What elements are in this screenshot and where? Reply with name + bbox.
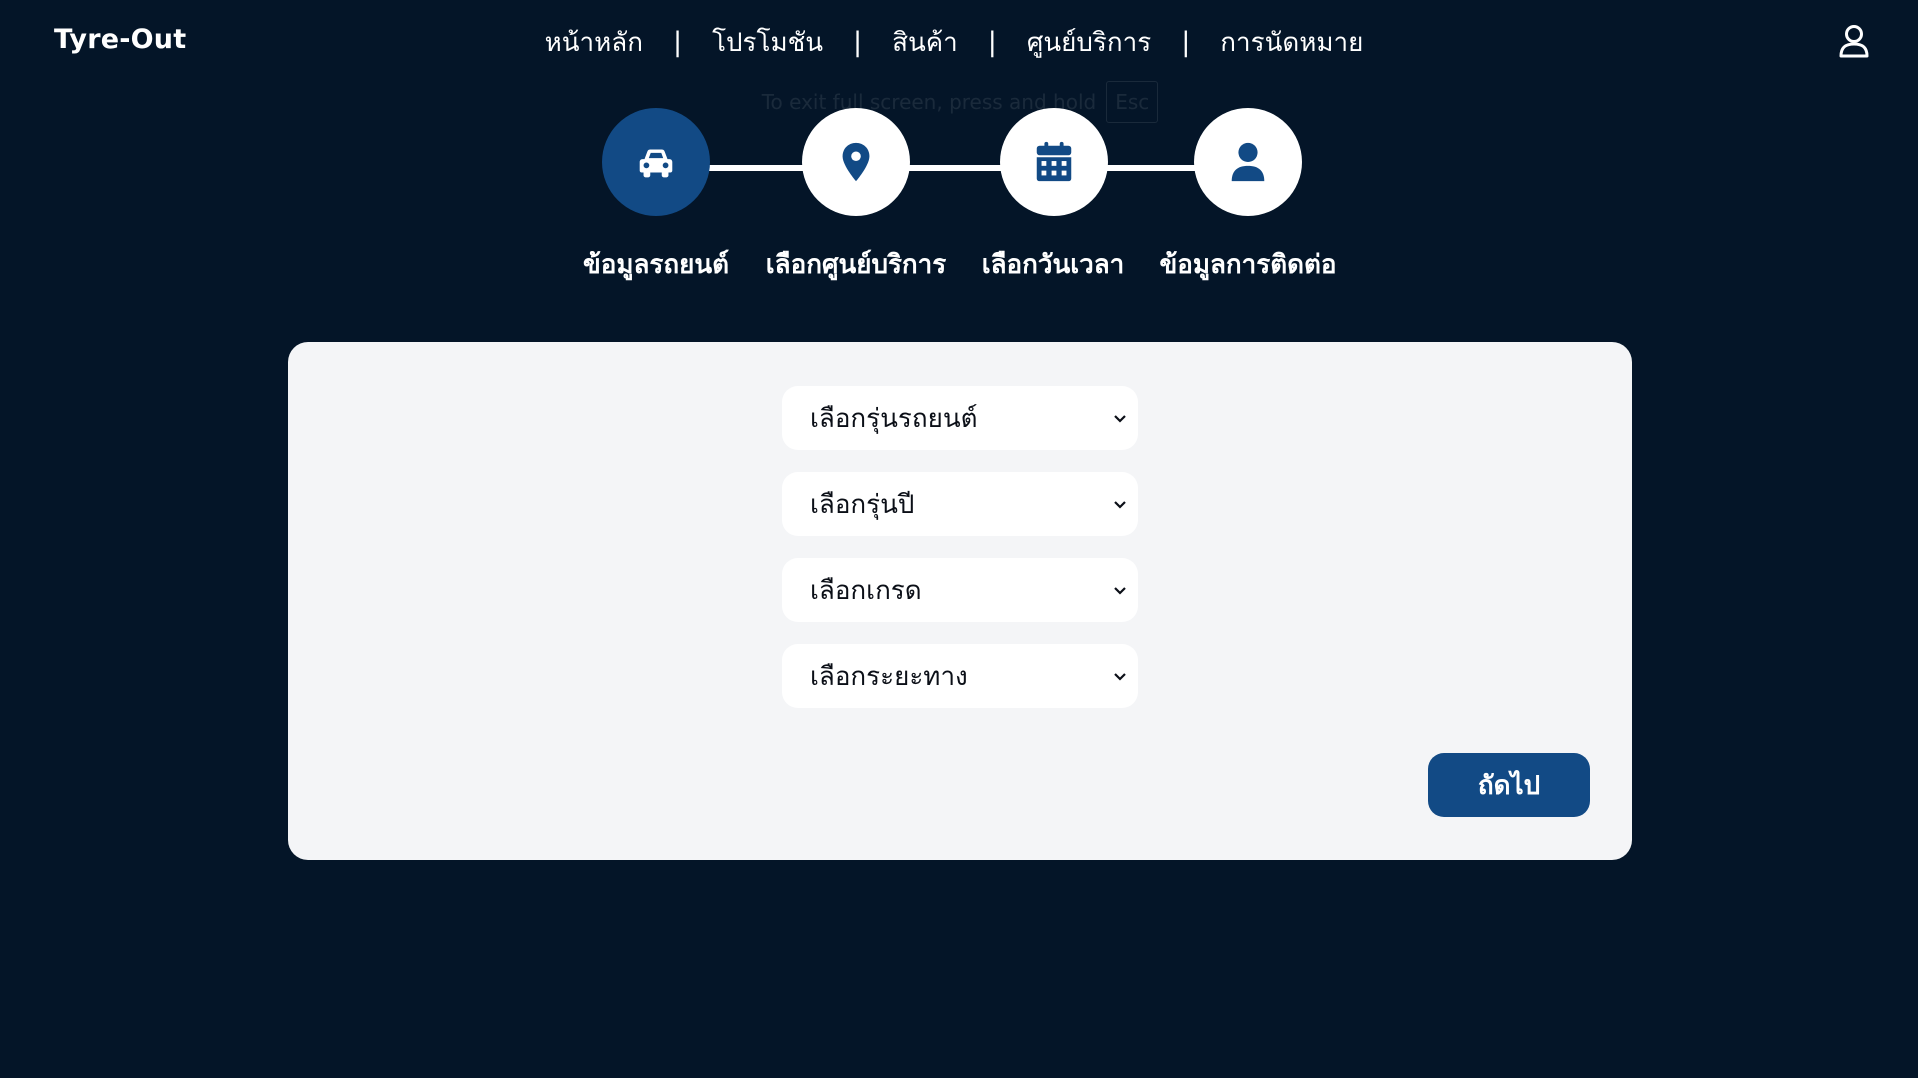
step-label-vehicle-info: ข้อมูลรถยนต์ (582, 250, 730, 280)
step-connector (708, 165, 804, 171)
grade-select[interactable]: เลือกเกรด (782, 558, 1138, 622)
car-model-select-value: เลือกรุ่นรถยนต์ (810, 403, 978, 434)
calendar-icon (1036, 141, 1072, 182)
mileage-select[interactable]: เลือกระยะทาง (782, 644, 1138, 708)
step-label-contact-info: ข้อมูลการติดต่อ (1159, 250, 1337, 280)
step-connector (908, 165, 1008, 171)
step-contact-info[interactable] (1194, 108, 1302, 216)
car-icon (639, 149, 673, 178)
model-year-select-value: เลือกรุ่นปี (810, 489, 915, 520)
next-button[interactable]: ถัดไป (1428, 753, 1590, 817)
grade-select-value: เลือกเกรด (810, 575, 922, 606)
model-year-select[interactable]: เลือกรุ่นปี (782, 472, 1138, 536)
mileage-select-value: เลือกระยะทาง (810, 661, 968, 692)
step-label-service-center: เลือกศูนย์บริการ (765, 250, 947, 280)
step-date-time[interactable] (1000, 108, 1108, 216)
step-service-center[interactable] (802, 108, 910, 216)
chevron-down-icon (1114, 587, 1126, 595)
chevron-down-icon (1114, 501, 1126, 509)
car-model-select[interactable]: เลือกรุ่นรถยนต์ (782, 386, 1138, 450)
step-label-date-time: เลือกวันเวลา (981, 250, 1125, 280)
chevron-down-icon (1114, 415, 1126, 423)
booking-stepper: ข้อมูลรถยนต์ เลือกศูนย์บริการ เลือกวันเว… (0, 0, 1918, 290)
person-icon (1231, 142, 1265, 182)
map-pin-icon (842, 142, 870, 182)
step-vehicle-info[interactable] (602, 108, 710, 216)
step-connector (1106, 165, 1198, 171)
vehicle-form-card: เลือกรุ่นรถยนต์ เลือกรุ่นปี เลือกเกรด เล… (288, 342, 1632, 860)
chevron-down-icon (1114, 673, 1126, 681)
